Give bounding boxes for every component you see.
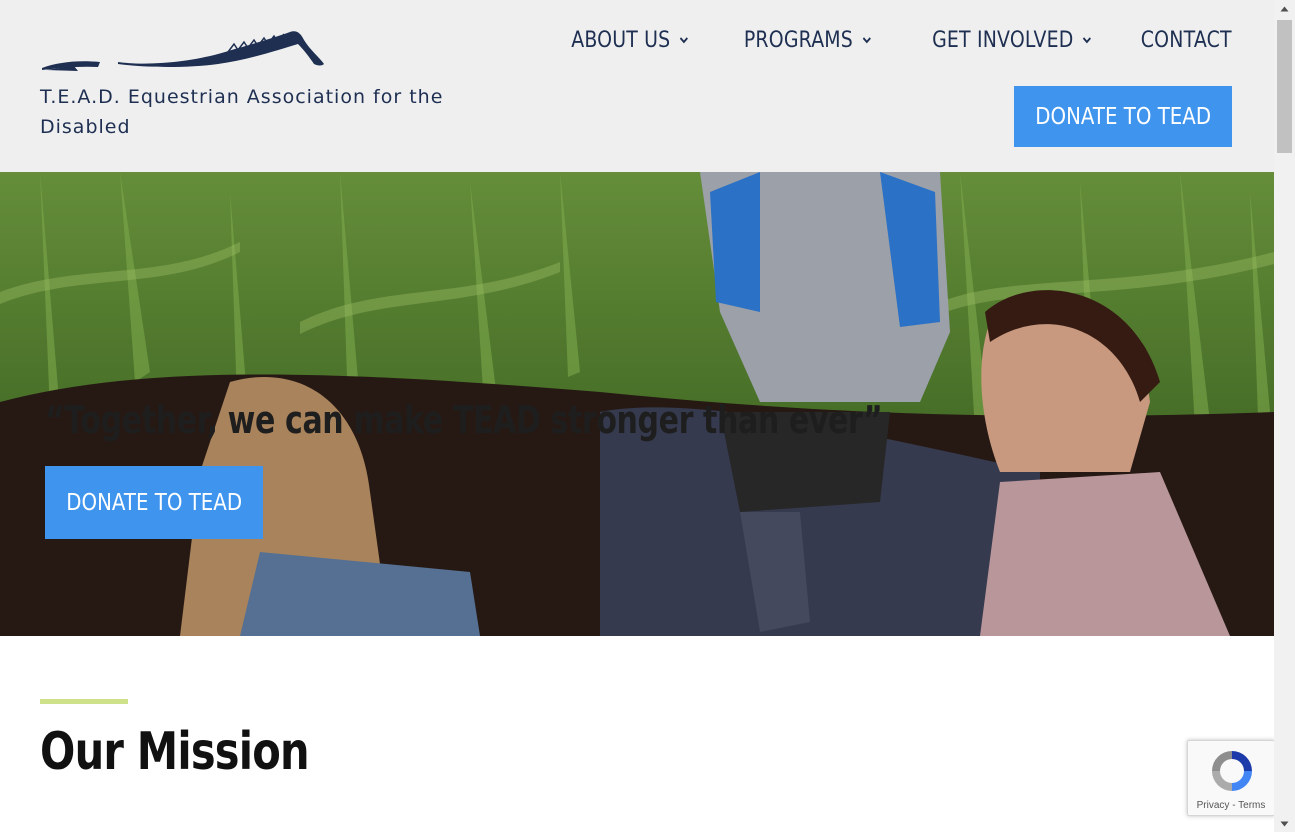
nav-contact[interactable]: CONTACT <box>1141 28 1232 53</box>
site-header: T.E.A.D. Equestrian Association for the … <box>0 0 1274 172</box>
mission-accent-rule <box>40 699 128 704</box>
main-nav: ABOUT US PROGRAMS GET INVOLVED CONTACT <box>518 22 1232 58</box>
scroll-down-icon[interactable] <box>1274 815 1295 832</box>
chevron-down-icon <box>679 37 688 44</box>
page: T.E.A.D. Equestrian Association for the … <box>0 0 1274 832</box>
header-donate-label: DONATE TO TEAD <box>1035 103 1211 130</box>
recaptcha-badge[interactable]: Privacy - Terms <box>1187 740 1275 816</box>
recaptcha-separator: - <box>1229 800 1239 811</box>
header-donate-button[interactable]: DONATE TO TEAD <box>1014 86 1232 147</box>
nav-programs[interactable]: PROGRAMS <box>744 28 872 53</box>
hero-donate-label: DONATE TO TEAD <box>66 489 242 516</box>
nav-about-us-label: ABOUT US <box>570 27 670 53</box>
scroll-up-icon[interactable] <box>1274 0 1295 17</box>
nav-get-involved[interactable]: GET INVOLVED <box>932 28 1092 53</box>
mission-heading: Our Mission <box>40 722 310 782</box>
recaptcha-terms-link[interactable]: Terms <box>1238 800 1265 811</box>
recaptcha-links: Privacy - Terms <box>1188 800 1274 811</box>
recaptcha-icon <box>1212 751 1252 791</box>
chevron-down-icon <box>1083 37 1092 44</box>
horse-logo-icon[interactable] <box>38 26 328 74</box>
nav-programs-label: PROGRAMS <box>743 27 853 53</box>
nav-get-involved-label: GET INVOLVED <box>931 27 1074 53</box>
nav-about-us[interactable]: ABOUT US <box>571 28 689 53</box>
page-scrollbar[interactable] <box>1274 0 1295 832</box>
chevron-down-icon <box>862 37 871 44</box>
recaptcha-privacy-link[interactable]: Privacy <box>1197 800 1230 811</box>
hero-donate-button[interactable]: DONATE TO TEAD <box>45 466 263 539</box>
nav-contact-label: CONTACT <box>1141 27 1232 53</box>
site-name[interactable]: T.E.A.D. Equestrian Association for the … <box>40 82 460 142</box>
scroll-thumb[interactable] <box>1277 20 1292 153</box>
hero-quote: “Together, we can make TEAD stronger tha… <box>45 398 883 442</box>
hero-banner: “Together, we can make TEAD stronger tha… <box>0 172 1274 636</box>
